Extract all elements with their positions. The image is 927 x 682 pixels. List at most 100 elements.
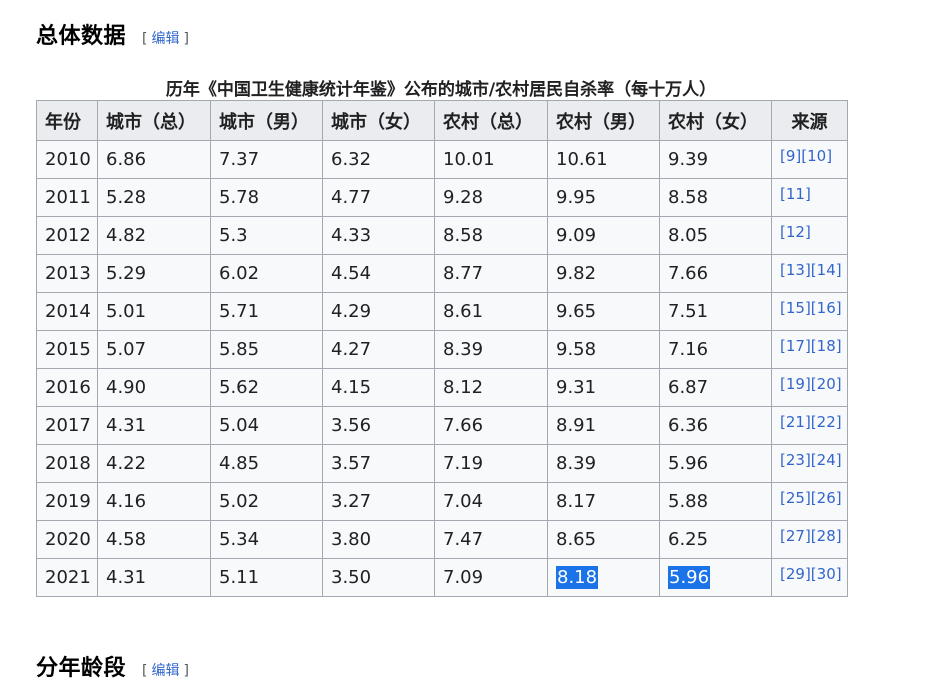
cell-rural-male: 8.91 <box>547 406 660 445</box>
cell-urban-male: 6.02 <box>210 254 323 293</box>
cell-urban-total: 5.29 <box>97 254 211 293</box>
reference-link[interactable]: [23] <box>780 451 811 469</box>
cell-urban-female: 4.15 <box>322 368 435 407</box>
cell-rural-male: 9.82 <box>547 254 660 293</box>
section-heading-overall: 总体数据 [编辑] <box>36 18 189 50</box>
cell-rural-total: 7.09 <box>434 558 548 597</box>
cell-rural-total: 7.19 <box>434 444 548 483</box>
cell-rural-total: 8.39 <box>434 330 548 369</box>
table-row: 2016 4.90 5.62 4.15 8.12 9.31 6.87 [19][… <box>36 368 848 407</box>
reference-link[interactable]: [13] <box>780 261 811 279</box>
cell-year: 2010 <box>36 140 98 179</box>
cell-urban-total: 4.31 <box>97 558 211 597</box>
column-header[interactable]: 来源 <box>771 100 848 141</box>
cell-sources: [19][20] <box>771 368 848 407</box>
reference-link[interactable]: [11] <box>780 185 811 203</box>
table-row: 2012 4.82 5.3 4.33 8.58 9.09 8.05 [12] <box>36 216 848 255</box>
reference-link[interactable]: [9] <box>780 147 801 165</box>
reference-link[interactable]: [22] <box>811 413 842 431</box>
reference-link[interactable]: [15] <box>780 299 811 317</box>
cell-rural-total: 8.58 <box>434 216 548 255</box>
cell-urban-total: 4.22 <box>97 444 211 483</box>
table-row: 2021 4.31 5.11 3.50 7.09 8.18 5.96 [29][… <box>36 558 848 597</box>
reference-link[interactable]: [21] <box>780 413 811 431</box>
cell-urban-female: 4.29 <box>322 292 435 331</box>
cell-urban-female: 4.54 <box>322 254 435 293</box>
column-header[interactable]: 城市（男） <box>210 100 323 141</box>
table-row: 2014 5.01 5.71 4.29 8.61 9.65 7.51 [15][… <box>36 292 848 331</box>
column-header[interactable]: 年份 <box>36 100 98 141</box>
edit-bracket-close: ] <box>183 31 189 47</box>
reference-link[interactable]: [27] <box>780 527 811 545</box>
reference-link[interactable]: [24] <box>811 451 842 469</box>
cell-urban-female: 3.56 <box>322 406 435 445</box>
column-header[interactable]: 农村（女） <box>659 100 772 141</box>
reference-link[interactable]: [17] <box>780 337 811 355</box>
cell-urban-male: 4.85 <box>210 444 323 483</box>
reference-link[interactable]: [26] <box>811 489 842 507</box>
reference-link[interactable]: [25] <box>780 489 811 507</box>
table-row: 2010 6.86 7.37 6.32 10.01 10.61 9.39 [9]… <box>36 140 848 179</box>
cell-rural-male: 8.18 <box>547 558 660 597</box>
reference-link[interactable]: [12] <box>780 223 811 241</box>
cell-urban-male: 5.02 <box>210 482 323 521</box>
cell-sources: [11] <box>771 178 848 217</box>
reference-link[interactable]: [16] <box>811 299 842 317</box>
cell-urban-total: 4.16 <box>97 482 211 521</box>
cell-urban-male: 5.34 <box>210 520 323 559</box>
cell-year: 2012 <box>36 216 98 255</box>
suicide-rate-table: 年份 城市（总） 城市（男） 城市（女） 农村（总） 农村（男） 农村（女） 来… <box>36 100 848 597</box>
reference-link[interactable]: [18] <box>811 337 842 355</box>
cell-urban-total: 4.58 <box>97 520 211 559</box>
cell-rural-total: 8.12 <box>434 368 548 407</box>
reference-link[interactable]: [14] <box>811 261 842 279</box>
reference-link[interactable]: [29] <box>780 565 811 583</box>
cell-urban-total: 5.07 <box>97 330 211 369</box>
cell-year: 2017 <box>36 406 98 445</box>
cell-year: 2014 <box>36 292 98 331</box>
cell-urban-female: 4.27 <box>322 330 435 369</box>
cell-urban-total: 4.31 <box>97 406 211 445</box>
column-header[interactable]: 城市（女） <box>322 100 435 141</box>
cell-rural-male: 9.58 <box>547 330 660 369</box>
cell-sources: [21][22] <box>771 406 848 445</box>
cell-urban-male: 5.3 <box>210 216 323 255</box>
column-header[interactable]: 农村（男） <box>547 100 660 141</box>
cell-rural-total: 9.28 <box>434 178 548 217</box>
cell-rural-male: 8.39 <box>547 444 660 483</box>
cell-urban-female: 4.33 <box>322 216 435 255</box>
cell-urban-total: 5.28 <box>97 178 211 217</box>
cell-urban-male: 5.85 <box>210 330 323 369</box>
column-header[interactable]: 农村（总） <box>434 100 548 141</box>
edit-section: [编辑] <box>142 28 189 48</box>
cell-sources: [12] <box>771 216 848 255</box>
cell-rural-total: 7.47 <box>434 520 548 559</box>
section-title: 分年龄段 <box>36 656 127 681</box>
reference-link[interactable]: [28] <box>811 527 842 545</box>
cell-year: 2020 <box>36 520 98 559</box>
cell-rural-female: 6.36 <box>659 406 772 445</box>
cell-rural-female: 5.96 <box>659 444 772 483</box>
cell-urban-female: 4.77 <box>322 178 435 217</box>
cell-rural-total: 10.01 <box>434 140 548 179</box>
reference-link[interactable]: [10] <box>801 147 832 165</box>
cell-urban-male: 5.11 <box>210 558 323 597</box>
cell-rural-total: 8.77 <box>434 254 548 293</box>
reference-link[interactable]: [19] <box>780 375 811 393</box>
cell-rural-male: 9.31 <box>547 368 660 407</box>
cell-year: 2011 <box>36 178 98 217</box>
reference-link[interactable]: [20] <box>811 375 842 393</box>
column-header[interactable]: 城市（总） <box>97 100 211 141</box>
reference-link[interactable]: [30] <box>811 565 842 583</box>
selected-text[interactable]: 5.96 <box>668 566 711 589</box>
table-row: 2017 4.31 5.04 3.56 7.66 8.91 6.36 [21][… <box>36 406 848 445</box>
table-row: 2019 4.16 5.02 3.27 7.04 8.17 5.88 [25][… <box>36 482 848 521</box>
cell-urban-female: 3.27 <box>322 482 435 521</box>
cell-rural-female: 9.39 <box>659 140 772 179</box>
cell-urban-total: 4.82 <box>97 216 211 255</box>
cell-rural-female: 7.16 <box>659 330 772 369</box>
cell-rural-female: 6.87 <box>659 368 772 407</box>
edit-link[interactable]: 编辑 <box>151 31 179 47</box>
cell-sources: [27][28] <box>771 520 848 559</box>
selected-text[interactable]: 8.18 <box>556 566 599 589</box>
